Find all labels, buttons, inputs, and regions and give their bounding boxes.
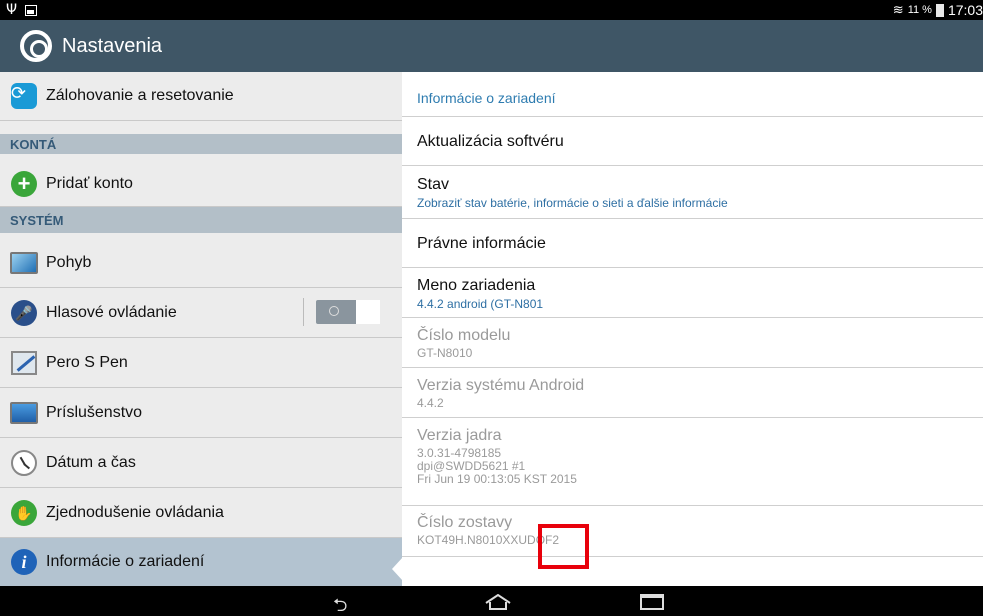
divider: [402, 267, 983, 268]
sidebar-item-label: Zjednodušenie ovládania: [46, 503, 224, 521]
divider: [402, 218, 983, 219]
item-title: Právne informácie: [417, 235, 546, 252]
sidebar-item-s-pen[interactable]: Pero S Pen: [0, 338, 402, 388]
sidebar-item-label: Pero S Pen: [46, 353, 128, 371]
accessibility-icon: ✋: [11, 499, 37, 526]
status-item[interactable]: Stav Zobraziť stav batérie, informácie o…: [417, 176, 728, 210]
sidebar-item-label: Zálohovanie a resetovanie: [46, 87, 234, 104]
navigation-bar: ⮌: [0, 586, 983, 616]
add-icon: +: [11, 171, 37, 197]
device-info-panel: Informácie o zariadení Aktualizácia soft…: [402, 72, 983, 586]
item-value: Fri Jun 19 00:13:05 KST 2015: [417, 472, 577, 486]
sidebar-item-label: Hlasové ovládanie: [46, 303, 177, 321]
settings-gear-icon[interactable]: [20, 30, 52, 62]
s-pen-icon: [11, 350, 37, 375]
divider: [402, 556, 983, 557]
software-update-item[interactable]: Aktualizácia softvéru: [417, 133, 564, 151]
divider: [402, 367, 983, 368]
sidebar-item-label: Informácie o zariadení: [46, 553, 205, 570]
motion-icon: [10, 252, 38, 274]
device-name-item[interactable]: Meno zariadenia 4.4.2 android (GT-N801: [417, 277, 543, 311]
item-value: 4.4.2: [417, 396, 444, 410]
voice-control-icon: 🎤: [11, 299, 37, 326]
divider: [402, 417, 983, 418]
android-version-item[interactable]: Verzia systému Android 4.4.2: [417, 377, 584, 410]
item-title: Stav: [417, 176, 450, 193]
sidebar-item-label: Pridať konto: [46, 175, 133, 192]
toggle-off-icon: [329, 306, 339, 316]
sidebar-item-label: Príslušenstvo: [46, 403, 143, 421]
item-title: Verzia systému Android: [417, 377, 585, 394]
usb-icon: Ψ: [6, 2, 18, 18]
backup-icon: [11, 83, 37, 109]
sidebar-item-device-info[interactable]: i Informácie o zariadení: [0, 538, 402, 586]
clock-icon: [11, 449, 37, 476]
sidebar-item-voice-control[interactable]: 🎤 Hlasové ovládanie: [0, 288, 402, 338]
item-title: Číslo modelu: [417, 327, 511, 344]
item-title: Meno zariadenia: [417, 277, 536, 294]
divider: [402, 165, 983, 166]
divider: [402, 116, 983, 117]
item-title: Verzia jadra: [417, 427, 502, 444]
sidebar-item-label: Pohyb: [46, 254, 92, 271]
legal-info-item[interactable]: Právne informácie: [417, 235, 546, 253]
recent-apps-icon[interactable]: [640, 594, 664, 610]
back-icon[interactable]: ⮌: [333, 593, 347, 616]
toggle-knob: [356, 300, 380, 324]
home-icon[interactable]: [484, 594, 512, 610]
battery-percentage: 11 %: [907, 4, 932, 16]
sidebar-item-date-time[interactable]: Dátum a čas: [0, 438, 402, 488]
settings-sidebar: Zálohovanie a resetovanie KONTÁ + Pridať…: [0, 72, 402, 586]
image-notification-icon: [25, 4, 38, 16]
divider: [402, 505, 983, 506]
battery-icon: [935, 3, 944, 17]
highlight-box: [538, 524, 589, 569]
sidebar-item-accessibility[interactable]: ✋ Zjednodušenie ovládania: [0, 488, 402, 538]
sidebar-item-label: Dátum a čas: [46, 453, 136, 471]
action-bar: Nastavenia: [0, 20, 983, 72]
clock-time: 17:03: [947, 2, 983, 18]
panel-title: Informácie o zariadení: [417, 90, 556, 106]
voice-control-toggle[interactable]: [316, 300, 380, 324]
sidebar-item-add-account[interactable]: + Pridať konto: [0, 162, 402, 207]
accessory-icon: [10, 401, 38, 424]
section-header-system: SYSTÉM: [0, 207, 402, 233]
sidebar-item-accessories[interactable]: Príslušenstvo: [0, 388, 402, 438]
item-title: Aktualizácia softvéru: [417, 133, 564, 150]
status-bar: Ψ ≋ 11 % 17:03: [0, 0, 983, 20]
app-title: Nastavenia: [62, 34, 163, 57]
divider: [402, 317, 983, 318]
item-value: 4.4.2 android (GT-N801: [417, 297, 544, 311]
info-icon: i: [11, 549, 37, 575]
section-header-accounts: KONTÁ: [0, 134, 402, 154]
sidebar-item-motion[interactable]: Pohyb: [0, 239, 402, 288]
item-value: GT-N8010: [417, 346, 473, 360]
wifi-icon: ≋: [892, 2, 904, 18]
kernel-version-item: Verzia jadra 3.0.31-4798185 dpi@SWDD5621…: [417, 427, 577, 486]
sidebar-item-backup-reset[interactable]: Zálohovanie a resetovanie: [0, 72, 402, 121]
toggle-divider: [303, 298, 304, 326]
model-number-item: Číslo modelu GT-N8010: [417, 327, 510, 360]
item-subtitle: Zobraziť stav batérie, informácie o siet…: [417, 196, 728, 210]
